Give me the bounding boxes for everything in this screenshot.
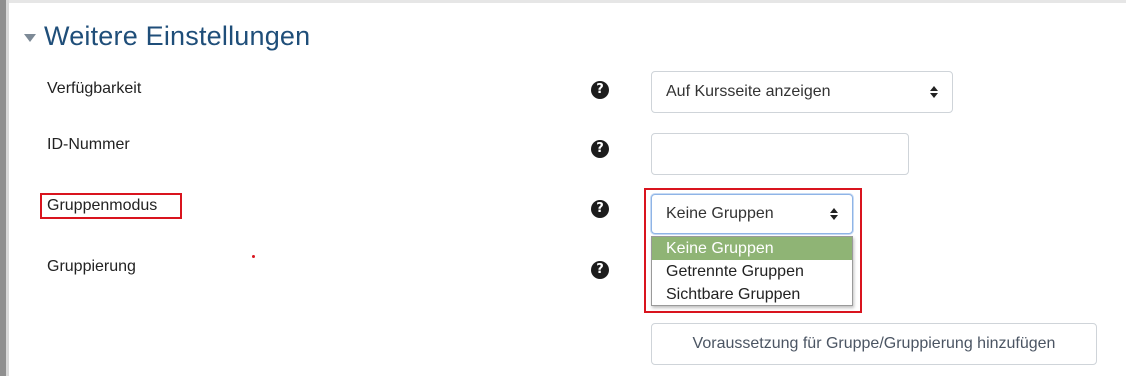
idnumber-input[interactable] [651,133,909,175]
groupmode-select-value: Keine Gruppen [666,205,774,222]
add-group-condition-button[interactable]: Voraussetzung für Gruppe/Gruppierung hin… [651,323,1097,365]
annotation-dot [252,255,255,258]
dropdown-option-sichtbare-gruppen[interactable]: Sichtbare Gruppen [652,283,852,306]
page: Weitere Einstellungen Verfügbarkeit ? Au… [0,0,1126,376]
grouping-help-icon[interactable]: ? [591,261,609,279]
select-arrows-icon [930,86,938,98]
dropdown-option-getrennte-gruppen[interactable]: Getrennte Gruppen [652,260,852,283]
section-title: Weitere Einstellungen [44,20,311,51]
frame-top-border [0,0,1126,3]
section-header[interactable]: Weitere Einstellungen [24,16,310,56]
availability-select[interactable]: Auf Kursseite anzeigen [651,71,953,113]
collapse-caret-icon[interactable] [24,33,36,42]
idnumber-help-icon[interactable]: ? [591,140,609,158]
availability-label: Verfügbarkeit [47,80,142,97]
groupmode-help-icon[interactable]: ? [591,200,609,218]
groupmode-select[interactable]: Keine Gruppen [651,194,853,234]
availability-select-value: Auf Kursseite anzeigen [666,83,831,100]
groupmode-label: Gruppenmodus [47,197,158,214]
groupmode-dropdown-list[interactable]: Keine Gruppen Getrennte Gruppen Sichtbar… [651,236,853,306]
frame-left-inner-border [6,0,9,376]
availability-help-icon[interactable]: ? [591,81,609,99]
select-arrows-icon [830,208,838,220]
grouping-label: Gruppierung [47,258,136,275]
idnumber-label: ID-Nummer [47,136,130,153]
dropdown-option-keine-gruppen[interactable]: Keine Gruppen [652,237,852,260]
